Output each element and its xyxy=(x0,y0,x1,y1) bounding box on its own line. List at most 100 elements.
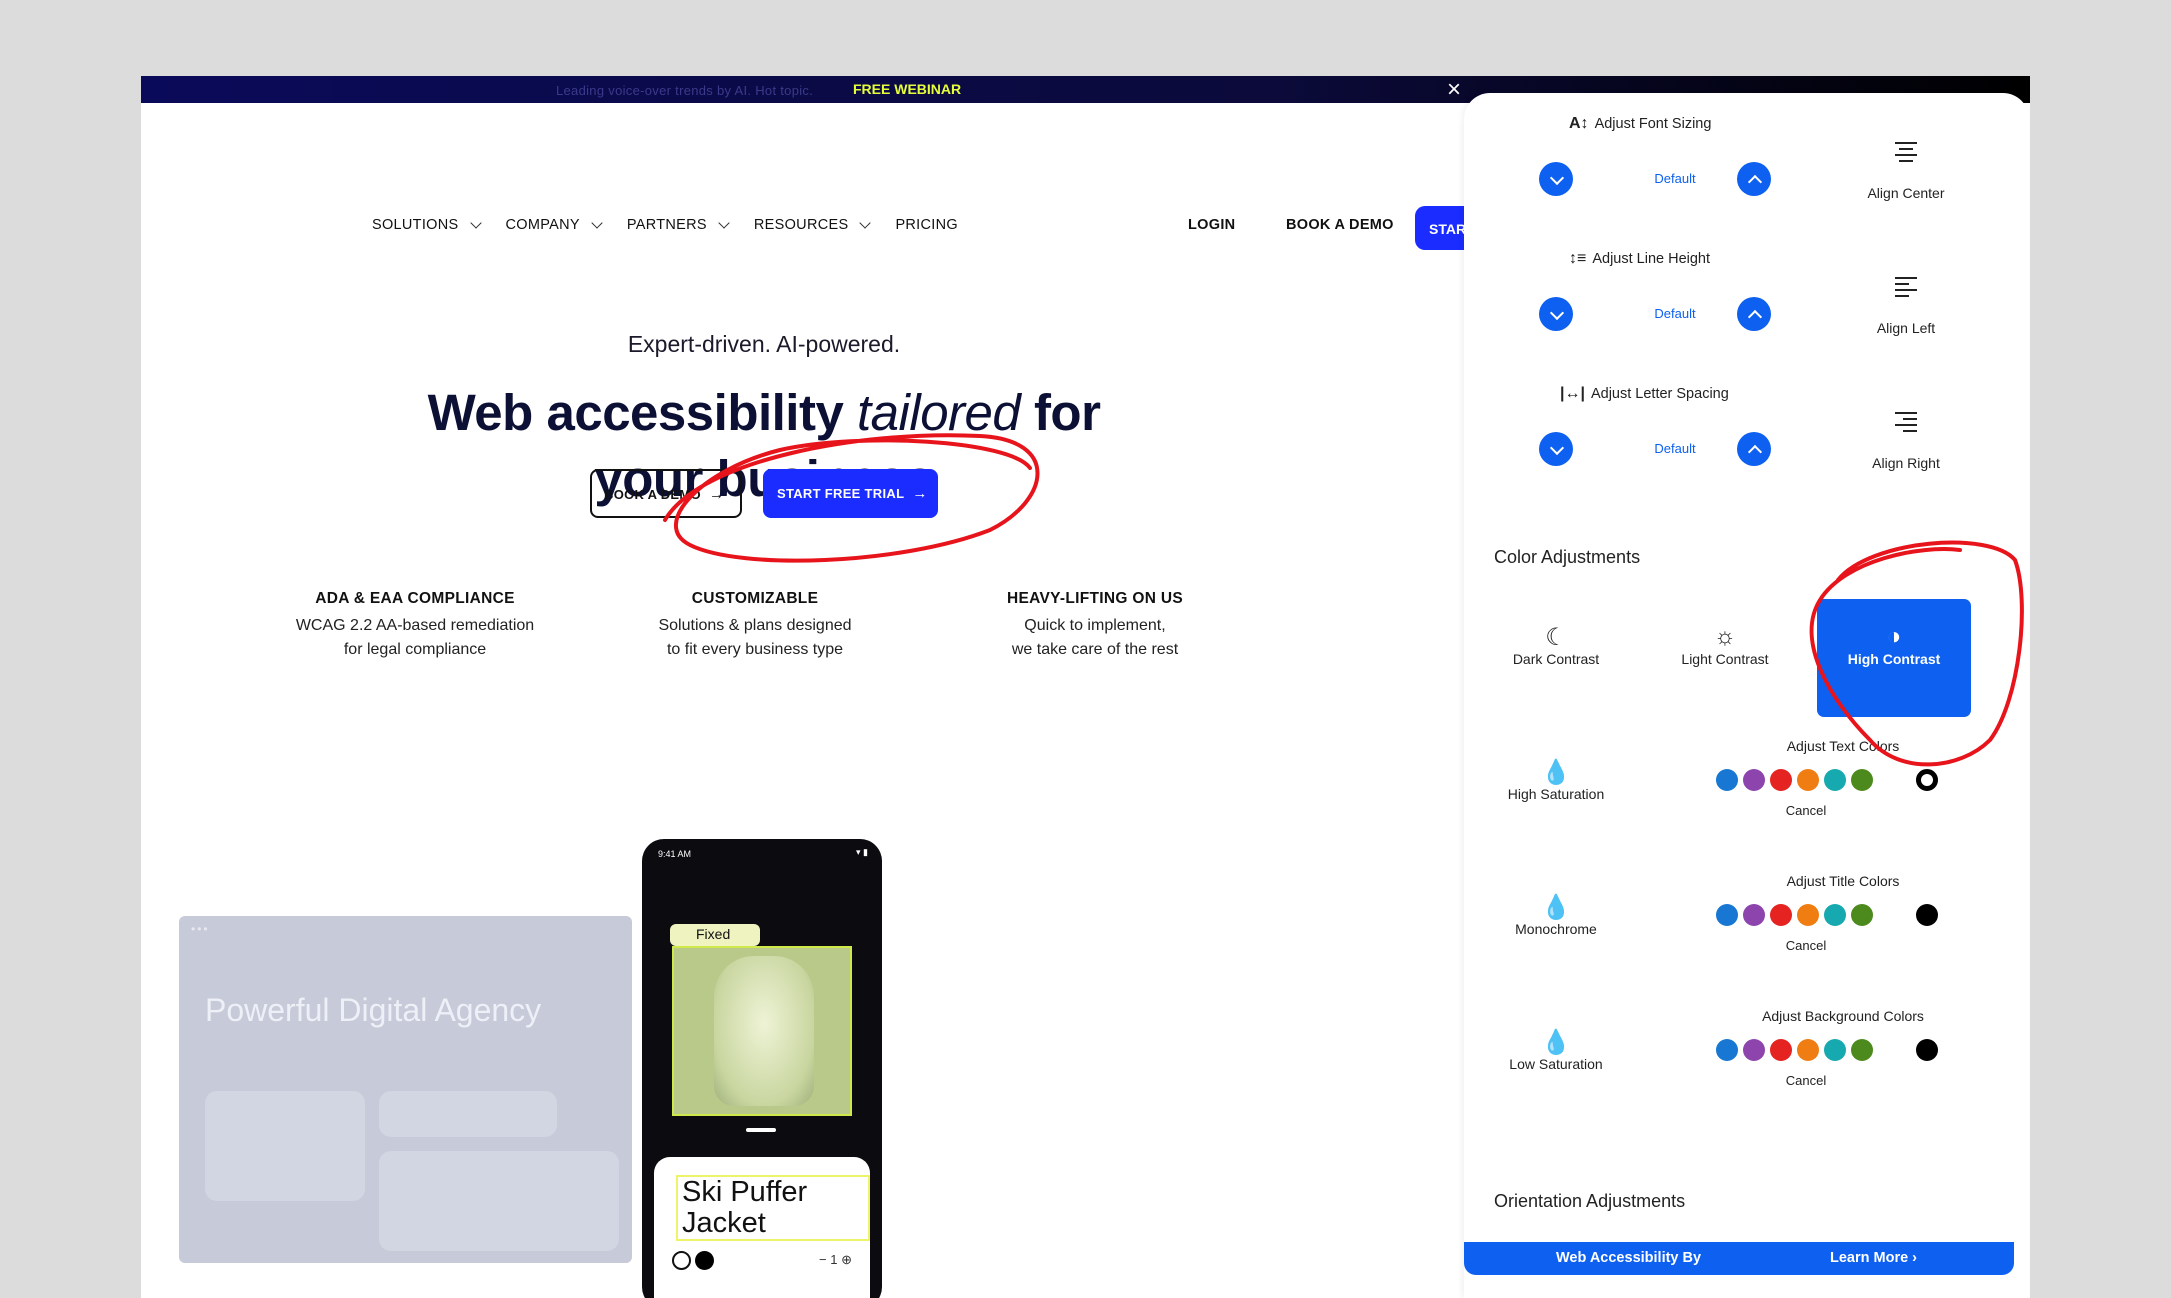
background-color-palette: Adjust Background Colors Cancel xyxy=(1716,1008,1956,1088)
palette-title: Adjust Text Colors xyxy=(1786,738,1900,754)
decrease-button[interactable] xyxy=(1539,432,1573,466)
product-card: Ski Puffer Jacket − 1 ⊕ xyxy=(654,1157,870,1298)
color-swatch[interactable] xyxy=(1770,769,1792,791)
color-swatch[interactable] xyxy=(1797,1039,1819,1061)
align-left-label[interactable]: Align Left xyxy=(1836,320,1976,336)
feature-heavy-lifting: HEAVY-LIFTING ON US Quick to implement, … xyxy=(945,590,1245,662)
monochrome-toggle[interactable]: 💧 Monochrome xyxy=(1479,869,1633,987)
color-swatch[interactable] xyxy=(1770,1039,1792,1061)
color-swatch[interactable] xyxy=(1824,769,1846,791)
feature-text: Quick to implement, xyxy=(1024,617,1166,634)
color-swatch-selected[interactable] xyxy=(1916,769,1938,791)
font-size-icon: A↕ xyxy=(1569,115,1589,132)
color-adjustments-heading: Color Adjustments xyxy=(1494,547,1641,567)
adj-title-text: Adjust Letter Spacing xyxy=(1590,386,1729,402)
nav-partners[interactable]: PARTNERS xyxy=(626,216,730,233)
align-center-icon[interactable] xyxy=(1895,142,1917,166)
color-swatch[interactable] xyxy=(1716,1039,1738,1061)
palette-title: Adjust Title Colors xyxy=(1786,873,1900,889)
decrease-button[interactable] xyxy=(1539,297,1573,331)
tile-label: Monochrome xyxy=(1515,921,1597,937)
fixed-tag: Fixed xyxy=(670,924,760,946)
adj-value: Default xyxy=(1654,306,1696,321)
agency-preview-card: ••• Powerful Digital Agency xyxy=(179,916,632,1263)
color-swatch[interactable] xyxy=(1824,1039,1846,1061)
align-left-icon[interactable] xyxy=(1895,277,1917,301)
increase-button[interactable] xyxy=(1737,297,1771,331)
free-webinar-link[interactable]: FREE WEBINAR xyxy=(853,81,961,97)
start-free-trial-button[interactable]: START FREE TRIAL → xyxy=(763,469,938,518)
high-contrast-toggle[interactable]: ◑ High Contrast xyxy=(1817,599,1971,717)
text-color-palette: Adjust Text Colors Cancel xyxy=(1716,738,1956,818)
tile-label: Dark Contrast xyxy=(1512,651,1600,667)
adj-value: Default xyxy=(1654,171,1696,186)
color-swatch[interactable] xyxy=(1851,904,1873,926)
cancel-button[interactable]: Cancel xyxy=(1716,938,1896,953)
chevron-down-icon xyxy=(859,216,872,229)
color-swatch[interactable] xyxy=(1770,904,1792,926)
close-icon[interactable]: × xyxy=(1447,76,1461,103)
tile-label: High Contrast xyxy=(1847,651,1941,667)
feature-text: we take care of the rest xyxy=(1011,641,1179,658)
color-swatch[interactable] xyxy=(1824,904,1846,926)
learn-more-link[interactable]: Learn More › xyxy=(1830,1250,1917,1266)
feature-title: HEAVY-LIFTING ON US xyxy=(1007,590,1183,607)
nav-label: COMPANY xyxy=(505,217,580,233)
button-label: START FREE TRIAL xyxy=(777,486,905,501)
orientation-adjustments-heading: Orientation Adjustments xyxy=(1494,1191,1686,1211)
adj-title-text: Adjust Font Sizing xyxy=(1594,116,1712,132)
nav-company[interactable]: COMPANY xyxy=(505,216,603,233)
cancel-button[interactable]: Cancel xyxy=(1716,803,1896,818)
adj-title: |↔| Adjust Letter Spacing xyxy=(1560,385,1729,403)
color-swatch[interactable] xyxy=(1851,769,1873,791)
palette-row xyxy=(1716,904,1956,926)
nav-label: RESOURCES xyxy=(753,217,849,233)
nav-label: SOLUTIONS xyxy=(372,217,459,233)
swatch-white[interactable] xyxy=(672,1251,691,1270)
nav-resources[interactable]: RESOURCES xyxy=(753,216,872,233)
high-saturation-toggle[interactable]: 💧 High Saturation xyxy=(1479,734,1633,852)
drop-icon: 💧 xyxy=(1541,894,1571,921)
align-right-label[interactable]: Align Right xyxy=(1836,455,1976,471)
swatch-black[interactable] xyxy=(695,1251,714,1270)
color-swatch[interactable] xyxy=(1916,904,1938,926)
color-swatch[interactable] xyxy=(1916,1039,1938,1061)
color-swatch[interactable] xyxy=(1716,769,1738,791)
align-right-icon[interactable] xyxy=(1895,412,1917,436)
quantity-stepper[interactable]: − 1 ⊕ xyxy=(819,1252,852,1268)
color-swatch[interactable] xyxy=(1716,904,1738,926)
color-swatch[interactable] xyxy=(1743,904,1765,926)
feature-title: ADA & EAA COMPLIANCE xyxy=(315,590,515,607)
palette-title: Adjust Background Colors xyxy=(1762,1008,1924,1024)
increase-button[interactable] xyxy=(1737,162,1771,196)
tile-label: Light Contrast xyxy=(1681,651,1769,667)
book-demo-button[interactable]: BOOK A DEMO → xyxy=(590,469,742,518)
color-swatch[interactable] xyxy=(1797,769,1819,791)
login-link[interactable]: LOGIN xyxy=(1188,217,1235,233)
feature-customizable: CUSTOMIZABLE Solutions & plans designed … xyxy=(605,590,905,662)
color-swatch[interactable] xyxy=(1851,1039,1873,1061)
feature-text: Solutions & plans designed xyxy=(658,617,852,634)
color-swatch[interactable] xyxy=(1743,1039,1765,1061)
low-saturation-toggle[interactable]: 💧 Low Saturation xyxy=(1479,1004,1633,1122)
book-demo-link[interactable]: BOOK A DEMO xyxy=(1286,217,1394,233)
nav-label: PRICING xyxy=(895,217,958,233)
decrease-button[interactable] xyxy=(1539,162,1573,196)
arrow-right-icon: → xyxy=(708,486,725,503)
nav-label: PARTNERS xyxy=(626,217,707,233)
tile-label: Low Saturation xyxy=(1509,1056,1603,1072)
nav-solutions[interactable]: SOLUTIONS xyxy=(372,216,482,233)
color-swatch[interactable] xyxy=(1797,904,1819,926)
announcement-text: Leading voice-over trends by AI. Hot top… xyxy=(556,83,814,98)
adj-title: ↕≡ Adjust Line Height xyxy=(1569,250,1710,268)
increase-button[interactable] xyxy=(1737,432,1771,466)
nav-pricing[interactable]: PRICING xyxy=(895,217,958,233)
align-center-label[interactable]: Align Center xyxy=(1836,185,1976,201)
accessibility-panel: A↕ Adjust Font Sizing Default Align Cente… xyxy=(1464,93,2029,1298)
feature-text: WCAG 2.2 AA-based remediation xyxy=(295,617,535,634)
chevron-down-icon xyxy=(469,216,482,229)
light-contrast-toggle[interactable]: ☼ Light Contrast xyxy=(1648,599,1802,717)
color-swatch[interactable] xyxy=(1743,769,1765,791)
dark-contrast-toggle[interactable]: ☾ Dark Contrast xyxy=(1479,599,1633,717)
cancel-button[interactable]: Cancel xyxy=(1716,1073,1896,1088)
